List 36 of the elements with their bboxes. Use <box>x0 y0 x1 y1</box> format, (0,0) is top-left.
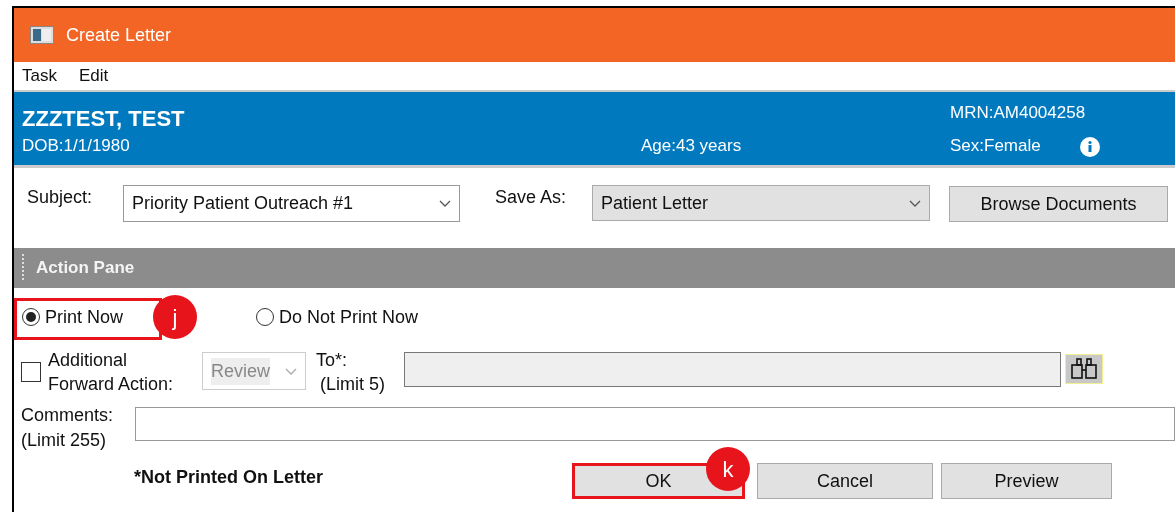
binoculars-icon <box>1071 358 1097 380</box>
field-label: Subject: <box>27 186 94 209</box>
menu-item[interactable]: Task <box>22 63 57 89</box>
field-label: Save As: <box>495 186 568 209</box>
caret-icon <box>285 367 297 375</box>
checkbox-label: Additional Forward Action: <box>48 349 175 396</box>
grip-icon <box>22 254 25 282</box>
radio-option[interactable]: Print Now <box>22 303 124 331</box>
radio-option[interactable]: Do Not Print Now <box>256 303 419 331</box>
patient-age: Age:43 years <box>641 135 742 157</box>
search-recipient-button[interactable] <box>1065 354 1103 384</box>
subject-dropdown[interactable]: Priority Patient Outreach #1 <box>123 185 460 222</box>
patient-dob: DOB:1/1/1980 <box>22 135 130 157</box>
field-label: To*: <box>316 349 349 372</box>
note-text: *Not Printed On Letter <box>134 465 324 489</box>
patient-name: ZZZTEST, TEST <box>22 105 185 133</box>
patient-sex: Sex:Female <box>950 135 1041 157</box>
callout-tooltip: k <box>706 447 750 491</box>
window-title: Create Letter <box>66 23 172 47</box>
dialog-button[interactable]: Cancel <box>757 463 933 499</box>
action-pane-title: Action Pane <box>36 257 135 280</box>
field-label: (Limit 5) <box>320 373 386 396</box>
window-icon <box>30 26 54 44</box>
save-as-dropdown[interactable]: Patient Letter <box>592 185 930 221</box>
field-label: (Limit 255) <box>21 429 108 452</box>
caret-icon <box>909 199 921 207</box>
browse-documents-button[interactable]: Browse Documents <box>949 186 1168 222</box>
dialog-button[interactable]: Preview <box>941 463 1112 499</box>
comments-field[interactable] <box>134 407 1175 441</box>
patient-mrn: MRN:AM4004258 <box>950 102 1086 124</box>
field-label: Comments: <box>21 404 115 427</box>
callout-badge: j <box>153 295 197 339</box>
info-icon[interactable] <box>1080 137 1100 157</box>
caret-icon <box>439 200 451 207</box>
menu-item[interactable]: Edit <box>78 63 109 89</box>
checkbox[interactable] <box>21 362 41 382</box>
